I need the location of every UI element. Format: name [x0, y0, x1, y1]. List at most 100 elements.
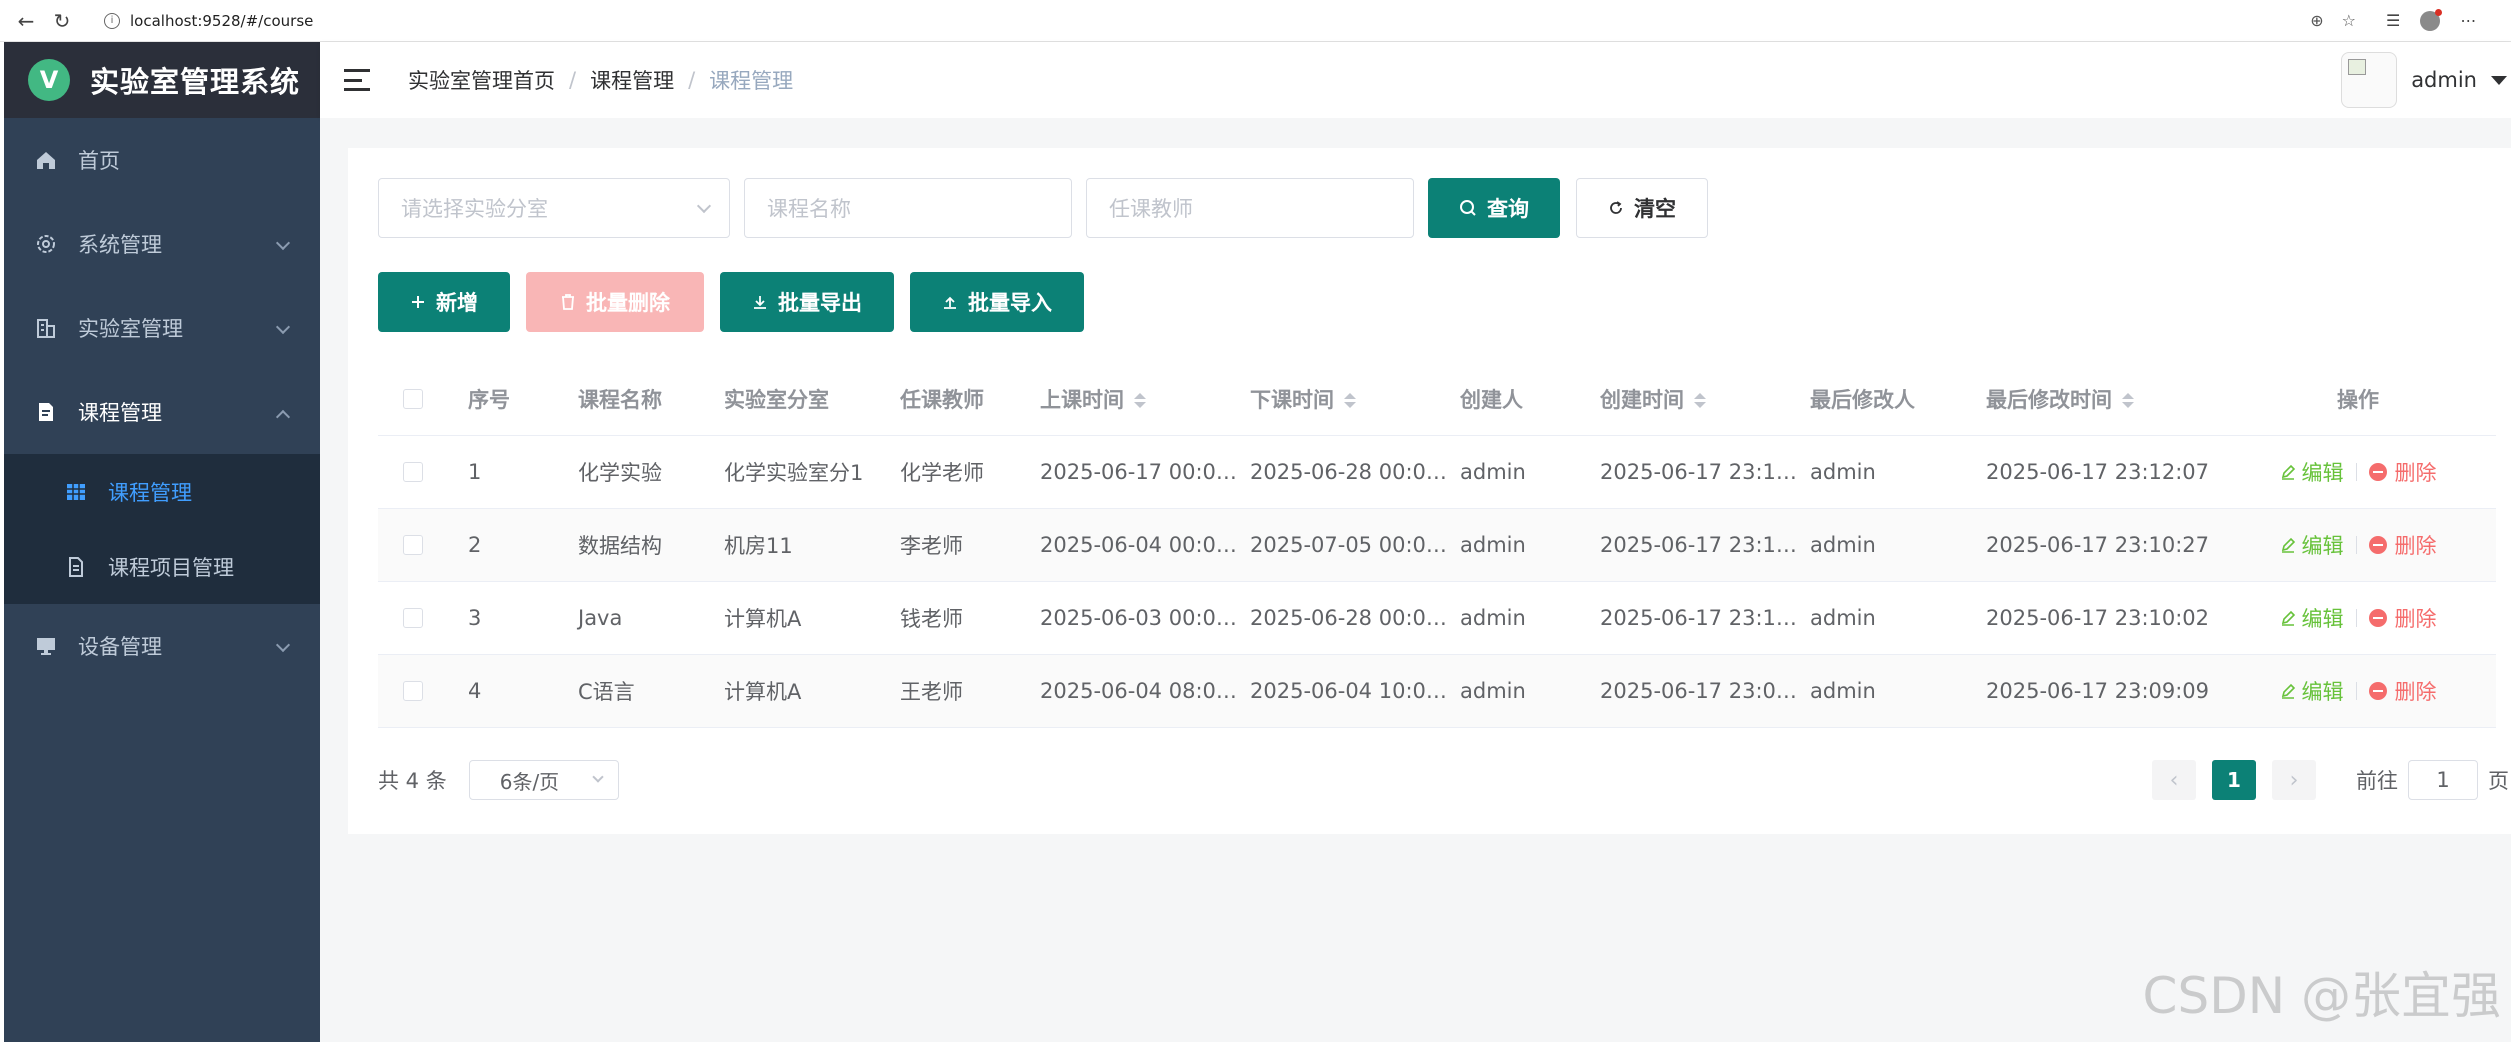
- cell-name: Java: [578, 606, 623, 630]
- zoom-icon[interactable]: ⊕: [2310, 11, 2323, 30]
- sidebar-item-course[interactable]: 课程管理: [4, 370, 320, 454]
- cell-name: 化学实验: [578, 461, 662, 485]
- cell-creator: admin: [1460, 606, 1526, 630]
- submenu-item-course-manage[interactable]: 课程管理: [4, 454, 320, 529]
- sidebar-item-equipment[interactable]: 设备管理: [4, 604, 320, 688]
- address-bar[interactable]: i localhost:9528/#/course ⊕ ☆: [92, 6, 2372, 36]
- submenu-item-course-project[interactable]: 课程项目管理: [4, 529, 320, 604]
- delete-label: 删除: [2394, 534, 2437, 558]
- row-checkbox[interactable]: [403, 535, 423, 555]
- add-button[interactable]: 新增: [378, 272, 510, 332]
- sidebar-item-label: 系统管理: [78, 233, 162, 257]
- sort-icon[interactable]: [1694, 393, 1706, 408]
- batch-delete-button[interactable]: 批量删除: [526, 272, 704, 332]
- row-operations: 编辑 删除: [2250, 603, 2466, 633]
- teacher-input[interactable]: 任课教师: [1086, 178, 1414, 238]
- cell-mtime: 2025-06-17 23:09:09: [1986, 679, 2210, 703]
- header-end-time[interactable]: 下课时间: [1238, 384, 1448, 414]
- clear-button[interactable]: 清空: [1576, 178, 1708, 238]
- table-row: 4 C语言 计算机A 王老师 2025-06-04 08:0… 2025-06-04 10…: [378, 655, 2496, 728]
- cell-teacher: 王老师: [900, 680, 963, 704]
- avatar[interactable]: [2341, 52, 2398, 108]
- page-size-select[interactable]: 6条/页: [468, 760, 619, 800]
- query-button[interactable]: 查询: [1428, 178, 1560, 238]
- course-submenu: 课程管理 课程项目管理: [4, 454, 320, 604]
- row-checkbox[interactable]: [403, 462, 423, 482]
- cell-modifier: admin: [1810, 533, 1876, 557]
- delete-button[interactable]: 删除: [2368, 676, 2437, 706]
- delete-button[interactable]: 删除: [2368, 457, 2437, 487]
- edit-button[interactable]: 编辑: [2280, 676, 2344, 706]
- profile-avatar-icon[interactable]: [2420, 8, 2443, 31]
- download-icon: [752, 294, 768, 310]
- cell-creator: admin: [1460, 679, 1526, 703]
- submenu-item-label: 课程项目管理: [108, 555, 234, 580]
- page-size-value: 6条/页: [499, 769, 560, 794]
- sort-icon[interactable]: [1134, 393, 1146, 408]
- table-row: 1 化学实验 化学实验室分1 化学老师 2025-06-17 00:0… 2025-06-…: [378, 436, 2496, 509]
- page-number-current[interactable]: 1: [2212, 760, 2256, 800]
- edit-icon: [2281, 610, 2295, 626]
- breadcrumb-course[interactable]: 课程管理: [590, 65, 674, 95]
- user-name[interactable]: admin: [2411, 68, 2477, 92]
- favorites-icon[interactable]: ☰: [2386, 11, 2400, 30]
- header-start-time[interactable]: 上课时间: [1028, 384, 1238, 414]
- vue-logo-icon: V: [28, 59, 70, 101]
- select-all-checkbox[interactable]: [403, 388, 423, 409]
- back-icon[interactable]: ←: [12, 7, 40, 35]
- course-name-placeholder: 课程名称: [767, 197, 851, 221]
- edit-icon: [2281, 683, 2295, 699]
- top-navbar: 实验室管理首页 / 课程管理 / 课程管理 admin: [320, 42, 2511, 118]
- chevron-down-icon: [592, 771, 604, 783]
- cell-lab: 计算机A: [724, 607, 802, 631]
- sidebar-item-label: 实验室管理: [78, 317, 183, 341]
- info-icon[interactable]: i: [104, 12, 120, 29]
- header-create-time-label: 创建时间: [1600, 387, 1684, 412]
- edit-button[interactable]: 编辑: [2280, 457, 2344, 487]
- edit-button[interactable]: 编辑: [2280, 603, 2344, 633]
- user-dropdown[interactable]: admin: [2341, 42, 2511, 118]
- header-creator: 创建人: [1460, 387, 1523, 412]
- hamburger-menu-icon[interactable]: [344, 69, 370, 91]
- sidebar-item-home[interactable]: 首页: [4, 118, 320, 202]
- course-name-input[interactable]: 课程名称: [744, 178, 1072, 238]
- main-content: 请选择实验分室 课程名称 任课教师 查询 清空 新增 批量删除 批量导出 批量导…: [320, 118, 2511, 1042]
- reload-icon[interactable]: ↻: [48, 7, 76, 35]
- cell-ctime: 2025-06-17 23:0…: [1600, 679, 1797, 703]
- cell-ctime: 2025-06-17 23:1…: [1600, 460, 1797, 484]
- more-menu-icon[interactable]: ⋯: [2460, 11, 2476, 30]
- batch-import-button[interactable]: 批量导入: [910, 272, 1084, 332]
- table-row: 3 Java 计算机A 钱老师 2025-06-03 00:0… 2025-06-28 0…: [378, 582, 2496, 655]
- goto-page-input[interactable]: 1: [2408, 760, 2478, 800]
- cell-index: 2: [468, 533, 482, 557]
- sort-icon[interactable]: [2122, 393, 2134, 408]
- cell-ctime: 2025-06-17 23:1…: [1600, 606, 1797, 630]
- breadcrumb-home[interactable]: 实验室管理首页: [408, 65, 555, 95]
- bookmark-star-icon[interactable]: ☆: [2342, 11, 2356, 30]
- next-page-button[interactable]: ›: [2272, 760, 2316, 800]
- edit-button[interactable]: 编辑: [2280, 530, 2344, 560]
- header-create-time[interactable]: 创建时间: [1588, 384, 1798, 414]
- search-form: 请选择实验分室 课程名称 任课教师 查询 清空: [378, 178, 1708, 238]
- sort-icon[interactable]: [1344, 393, 1356, 408]
- cell-index: 1: [468, 460, 482, 484]
- prev-page-button[interactable]: ‹: [2152, 760, 2196, 800]
- op-divider: [2355, 682, 2357, 700]
- sidebar-item-system[interactable]: 系统管理: [4, 202, 320, 286]
- row-checkbox[interactable]: [403, 681, 423, 701]
- batch-export-button[interactable]: 批量导出: [720, 272, 894, 332]
- caret-down-icon[interactable]: [2491, 75, 2507, 85]
- delete-button[interactable]: 删除: [2368, 530, 2437, 560]
- delete-button[interactable]: 删除: [2368, 603, 2437, 633]
- sidebar-item-label: 设备管理: [78, 635, 162, 659]
- sidebar-item-lab[interactable]: 实验室管理: [4, 286, 320, 370]
- row-checkbox[interactable]: [403, 608, 423, 628]
- goto-suffix: 页: [2488, 769, 2509, 793]
- content-card: 请选择实验分室 课程名称 任课教师 查询 清空 新增 批量删除 批量导出 批量导…: [348, 148, 2511, 834]
- header-modify-time[interactable]: 最后修改时间: [1974, 384, 2250, 414]
- lab-select[interactable]: 请选择实验分室: [378, 178, 730, 238]
- chevron-up-icon: [275, 409, 291, 425]
- chevron-down-icon: [275, 637, 291, 653]
- logo-bar[interactable]: V 实验室管理系统: [4, 42, 320, 118]
- pagination-left: 共 4 条 6条/页: [378, 760, 619, 800]
